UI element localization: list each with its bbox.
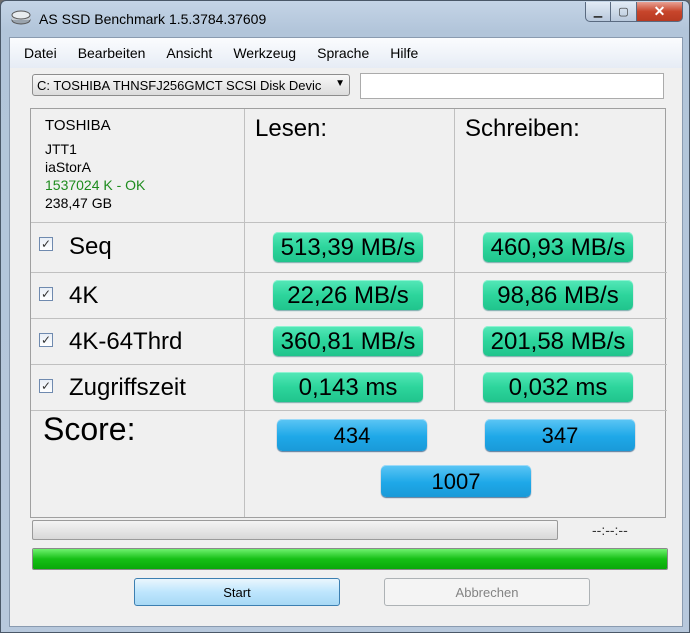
maximize-icon: ▢ [618,6,629,18]
app-window: AS SSD Benchmark 1.5.3784.37609 ▁ ▢ ✕ Da… [0,0,690,633]
read-header: Lesen: [255,115,328,142]
menu-werkzeug[interactable]: Werkzeug [233,45,296,61]
seq-write-value: 460,93 MB/s [483,232,633,262]
score-write: 347 [485,419,635,451]
overall-progress-bar [32,548,668,570]
4k-label: 4K [69,282,99,309]
4k-read-value: 22,26 MB/s [273,280,423,310]
4k-write-cell: 98,86 MB/s [455,273,667,319]
minimize-button[interactable]: ▁ [585,2,611,22]
access-read-cell: 0,143 ms [245,365,455,411]
score-total: 1007 [381,465,531,497]
4k64-read-cell: 360,81 MB/s [245,319,455,365]
chevron-down-icon: ▼ [335,78,345,89]
4k64-write-value: 201,58 MB/s [483,326,633,356]
access-write-cell: 0,032 ms [455,365,667,411]
maximize-button[interactable]: ▢ [611,2,637,22]
seq-read-cell: 513,39 MB/s [245,223,455,273]
4k-read-cell: 22,26 MB/s [245,273,455,319]
4k64-write-cell: 201,58 MB/s [455,319,667,365]
elapsed-time: --:--:-- [592,522,628,538]
read-header-cell: Lesen: [245,109,455,223]
score-read: 434 [277,419,427,451]
driver-text: iaStorA [45,159,91,175]
4k64-read-value: 360,81 MB/s [273,326,423,356]
test-row-4k64: ✓ 4K-64Thrd [31,319,245,365]
score-label: Score: [43,411,136,447]
test-progress-bar [32,520,558,540]
disk-icon [11,10,31,25]
menu-ansicht[interactable]: Ansicht [166,45,212,61]
menu-hilfe[interactable]: Hilfe [390,45,418,61]
menu-bar: Datei Bearbeiten Ansicht Werkzeug Sprach… [10,38,682,68]
seq-checkbox[interactable]: ✓ [39,237,53,251]
close-icon: ✕ [653,3,666,19]
size-text: 238,47 GB [45,195,112,211]
drive-text-field[interactable] [360,73,664,99]
test-row-seq: ✓ Seq [31,223,245,273]
results-grid: TOSHIBA JTT1 iaStorA 1537024 K - OK 238,… [30,108,667,518]
access-label: Zugriffszeit [69,374,186,401]
drive-info-cell: TOSHIBA JTT1 iaStorA 1537024 K - OK 238,… [31,109,245,223]
seq-read-value: 513,39 MB/s [273,232,423,262]
drive-name: TOSHIBA [45,117,111,134]
alignment-text: 1537024 K - OK [45,177,146,193]
write-header: Schreiben: [465,115,580,142]
overall-progress-fill [33,549,667,569]
menu-datei[interactable]: Datei [24,45,57,61]
title-bar[interactable]: AS SSD Benchmark 1.5.3784.37609 ▁ ▢ ✕ [1,1,689,37]
4k-write-value: 98,86 MB/s [483,280,633,310]
firmware-text: JTT1 [45,141,77,157]
menu-sprache[interactable]: Sprache [317,45,369,61]
test-row-4k: ✓ 4K [31,273,245,319]
access-write-value: 0,032 ms [483,372,633,402]
access-checkbox[interactable]: ✓ [39,379,53,393]
minimize-icon: ▁ [593,6,603,18]
4k64-label: 4K-64Thrd [69,328,183,355]
start-button[interactable]: Start [134,578,340,606]
drive-select[interactable]: C: TOSHIBA THNSFJ256GMCT SCSI Disk Devic… [32,74,350,96]
close-button[interactable]: ✕ [637,2,683,22]
seq-write-cell: 460,93 MB/s [455,223,667,273]
drive-select-value: C: TOSHIBA THNSFJ256GMCT SCSI Disk Devic [37,78,322,93]
client-area: Datei Bearbeiten Ansicht Werkzeug Sprach… [9,37,683,627]
4k-checkbox[interactable]: ✓ [39,287,53,301]
window-title: AS SSD Benchmark 1.5.3784.37609 [39,11,267,27]
test-row-access: ✓ Zugriffszeit [31,365,245,411]
cancel-button[interactable]: Abbrechen [384,578,590,606]
write-header-cell: Schreiben: [455,109,667,223]
menu-bearbeiten[interactable]: Bearbeiten [78,45,146,61]
4k64-checkbox[interactable]: ✓ [39,333,53,347]
access-read-value: 0,143 ms [273,372,423,402]
seq-label: Seq [69,233,112,260]
